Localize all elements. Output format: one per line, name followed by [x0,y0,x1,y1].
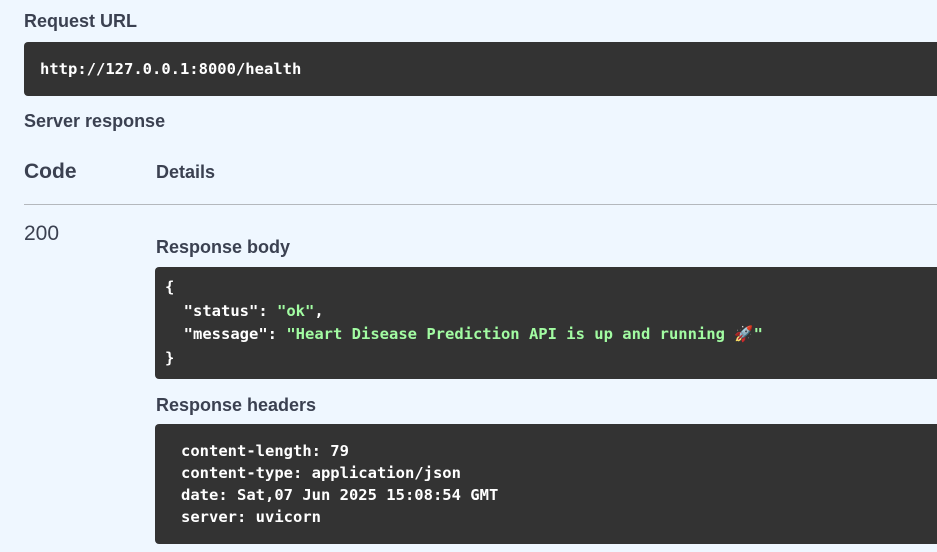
header-content-type: content-type: application/json [181,464,461,482]
header-date: date: Sat,07 Jun 2025 15:08:54 GMT [181,486,499,504]
column-header-details: Details [156,162,216,182]
rocket-icon: 🚀 [734,325,754,343]
response-status-code: 200 [24,222,60,245]
response-body-code-block[interactable]: { "status": "ok", "message": "Heart Dise… [155,267,937,379]
json-open-brace: { [165,278,175,296]
json-key-status: "status" [183,301,259,320]
request-url-label: Request URL [24,11,138,31]
column-header-code: Code [24,160,77,183]
response-headers-code-block[interactable]: content-length: 79 content-type: applicat… [155,424,937,544]
table-divider [24,204,937,205]
response-body-label: Response body [156,237,291,257]
server-response-label: Server response [24,111,166,131]
request-url-code-block[interactable]: http://127.0.0.1:8000/health [24,42,937,96]
request-url-value: http://127.0.0.1:8000/health [40,60,302,78]
json-value-status: "ok" [277,301,315,320]
response-headers-label: Response headers [156,395,317,415]
header-content-length: content-length: 79 [181,442,349,460]
json-key-message: "message" [183,325,268,343]
header-server: server: uvicorn [181,508,321,526]
json-close-brace: } [165,348,175,367]
json-value-message: "Heart Disease Prediction API is up and … [286,325,735,343]
